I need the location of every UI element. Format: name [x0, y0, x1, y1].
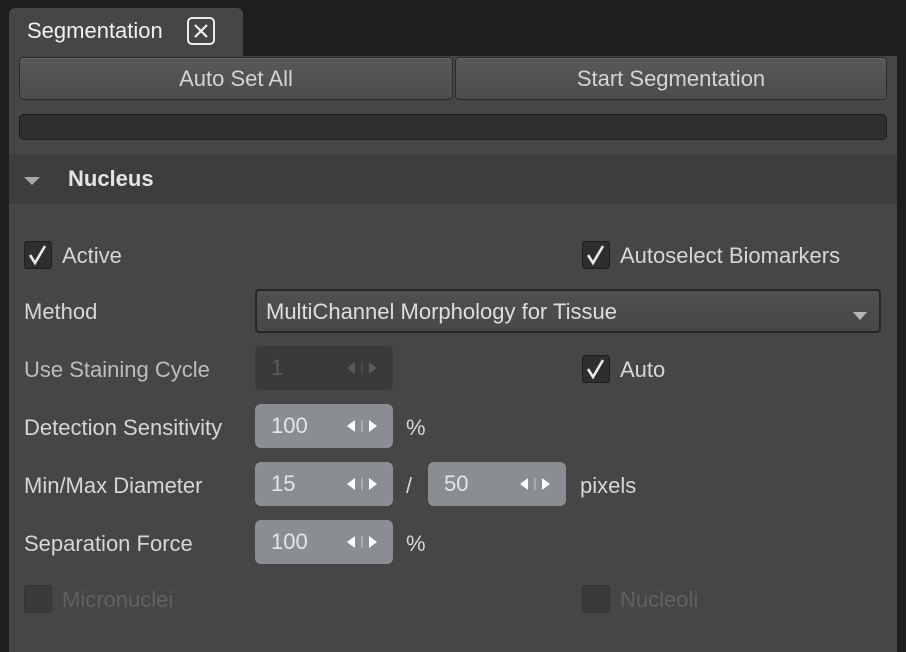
diameter-unit: pixels	[580, 473, 637, 498]
active-label: Active	[62, 243, 122, 268]
micronuclei-label: Micronuclei	[62, 587, 174, 612]
micronuclei-checkbox[interactable]	[24, 585, 52, 613]
section-title: Nucleus	[68, 166, 154, 191]
detection-sensitivity-value: 100	[271, 413, 308, 438]
separation-force-unit: %	[406, 531, 426, 556]
auto-set-all-button[interactable]: Auto Set All	[19, 57, 453, 100]
spin-arrows-icon[interactable]	[347, 535, 377, 554]
staining-cycle-label: Use Staining Cycle	[24, 357, 210, 382]
auto-label: Auto	[620, 357, 666, 382]
nucleoli-label: Nucleoli	[620, 587, 699, 612]
start-segmentation-button[interactable]: Start Segmentation	[455, 57, 887, 100]
autoselect-biomarkers-label: Autoselect Biomarkers	[620, 243, 841, 268]
detection-sensitivity-unit: %	[406, 415, 426, 440]
separation-force-value: 100	[271, 529, 308, 554]
nucleoli-checkbox[interactable]	[582, 585, 610, 613]
staining-cycle-spinbox[interactable]: 1	[255, 346, 393, 390]
detection-sensitivity-spinbox[interactable]: 100	[255, 404, 393, 448]
close-icon[interactable]	[187, 17, 215, 45]
max-diameter-spinbox[interactable]: 50	[428, 462, 566, 506]
segmentation-panel: Auto Set All Start Segmentation Nucleus …	[9, 56, 897, 652]
active-checkbox[interactable]	[24, 241, 52, 269]
tab-title: Segmentation	[27, 18, 163, 43]
method-select[interactable]: MultiChannel Morphology for Tissue	[255, 289, 881, 333]
tab-segmentation[interactable]: Segmentation	[9, 8, 243, 56]
min-max-diameter-label: Min/Max Diameter	[24, 473, 203, 498]
collapse-triangle-icon[interactable]	[24, 174, 40, 192]
separation-force-spinbox[interactable]: 100	[255, 520, 393, 564]
min-diameter-value: 15	[271, 471, 296, 496]
autoselect-biomarkers-checkbox[interactable]	[582, 241, 610, 269]
detection-sensitivity-label: Detection Sensitivity	[24, 415, 223, 440]
progress-bar	[19, 114, 887, 140]
spin-arrows-icon[interactable]	[347, 419, 377, 438]
max-diameter-value: 50	[444, 471, 469, 496]
spin-arrows-icon[interactable]	[520, 477, 550, 496]
spin-arrows-icon[interactable]	[347, 477, 377, 496]
diameter-separator: /	[406, 473, 413, 498]
chevron-down-icon	[853, 308, 867, 326]
method-label: Method	[24, 299, 98, 324]
staining-cycle-value: 1	[271, 355, 284, 380]
section-header-nucleus[interactable]: Nucleus	[9, 154, 897, 204]
method-select-value: MultiChannel Morphology for Tissue	[266, 299, 617, 324]
auto-checkbox[interactable]	[582, 355, 610, 383]
separation-force-label: Separation Force	[24, 531, 193, 556]
min-diameter-spinbox[interactable]: 15	[255, 462, 393, 506]
spin-arrows-icon[interactable]	[347, 361, 377, 380]
